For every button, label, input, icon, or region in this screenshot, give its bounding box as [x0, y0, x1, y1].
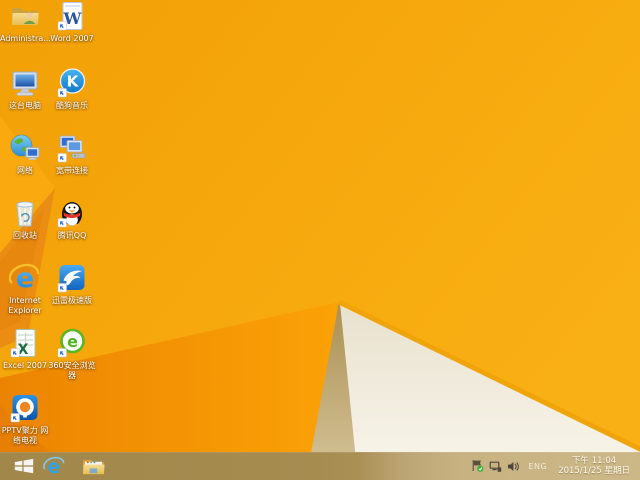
taskbar-clock[interactable]: 下午 11:04 2015/1/25 星期日 — [558, 456, 630, 476]
svg-text:K: K — [67, 73, 80, 91]
taskbar-ie-button[interactable]: e — [41, 452, 67, 480]
monitors-modem-icon — [47, 132, 97, 164]
desktop-icon-word-2007[interactable]: W Word 2007 — [47, 0, 97, 44]
desktop-icon-broadband[interactable]: 宽带连接 — [47, 132, 97, 176]
desktop-icon-pptv[interactable]: PPTV聚力 网 络电视 — [0, 392, 50, 446]
taskbar: e ENG 下午 11:04 2015/1/25 星期日 — [0, 452, 640, 480]
icon-label: 网络 — [17, 166, 33, 175]
globe-monitor-icon — [0, 132, 50, 164]
pptv-circle-icon — [0, 392, 50, 424]
folder-icon — [82, 459, 105, 474]
system-tray: ENG 下午 11:04 2015/1/25 星期日 — [471, 452, 640, 480]
desktop: Administra... W Word 2007 这台电脑 K 酷狗音乐 网络… — [0, 0, 640, 480]
icon-label: 回收站 — [13, 231, 37, 240]
icon-label: 宽带连接 — [56, 166, 88, 175]
desktop-icon-kugou[interactable]: K 酷狗音乐 — [47, 67, 97, 111]
icon-label: Word 2007 — [50, 34, 94, 43]
desktop-icon-ie[interactable]: e Internet Explorer — [0, 262, 50, 316]
icon-label: Administra... — [0, 34, 51, 43]
360-green-e-icon: e — [47, 327, 97, 359]
recycle-bin-icon — [0, 197, 50, 229]
desktop-icon-360-browser[interactable]: e 360安全浏览 器 — [47, 327, 97, 381]
icon-label: PPTV聚力 网 络电视 — [1, 426, 49, 445]
kugou-k-icon: K — [47, 67, 97, 99]
computer-monitor-icon — [0, 67, 50, 99]
icon-label: Internet Explorer — [8, 296, 42, 315]
taskbar-explorer-button[interactable] — [79, 452, 107, 480]
icon-label: 腾讯QQ — [57, 231, 87, 240]
icon-label: 这台电脑 — [9, 101, 41, 110]
icon-label: 360安全浏览 器 — [48, 361, 96, 380]
desktop-icon-recycle-bin[interactable]: 回收站 — [0, 197, 50, 241]
desktop-icon-this-pc[interactable]: 这台电脑 — [0, 67, 50, 111]
start-button[interactable] — [10, 452, 38, 480]
qq-penguin-icon — [47, 197, 97, 229]
volume-icon[interactable] — [507, 459, 520, 473]
ie-e-icon: e — [0, 262, 50, 294]
network-status-icon[interactable] — [489, 459, 502, 473]
word-document-icon: W — [47, 0, 97, 32]
icon-label: Excel 2007 — [2, 361, 48, 370]
tray-time: 下午 11:04 — [572, 456, 617, 466]
tray-date: 2015/1/25 星期日 — [558, 466, 630, 476]
desktop-icon-excel[interactable]: X Excel 2007 — [0, 327, 50, 371]
windows-logo-icon — [14, 458, 34, 474]
thunder-bird-icon — [47, 262, 97, 294]
svg-text:e: e — [67, 332, 78, 351]
action-center-icon[interactable] — [471, 459, 484, 473]
icon-label: 酷狗音乐 — [56, 101, 88, 110]
user-folder-icon — [0, 0, 50, 32]
language-indicator[interactable]: ENG — [528, 462, 547, 471]
ie-e-icon: e — [43, 456, 65, 477]
icon-label: 迅雷极速版 — [52, 296, 92, 305]
desktop-icon-qq[interactable]: 腾讯QQ — [47, 197, 97, 241]
desktop-icon-administrator[interactable]: Administra... — [0, 0, 51, 44]
desktop-icon-thunder[interactable]: 迅雷极速版 — [47, 262, 97, 306]
desktop-icon-network[interactable]: 网络 — [0, 132, 50, 176]
excel-sheet-icon: X — [0, 327, 50, 359]
